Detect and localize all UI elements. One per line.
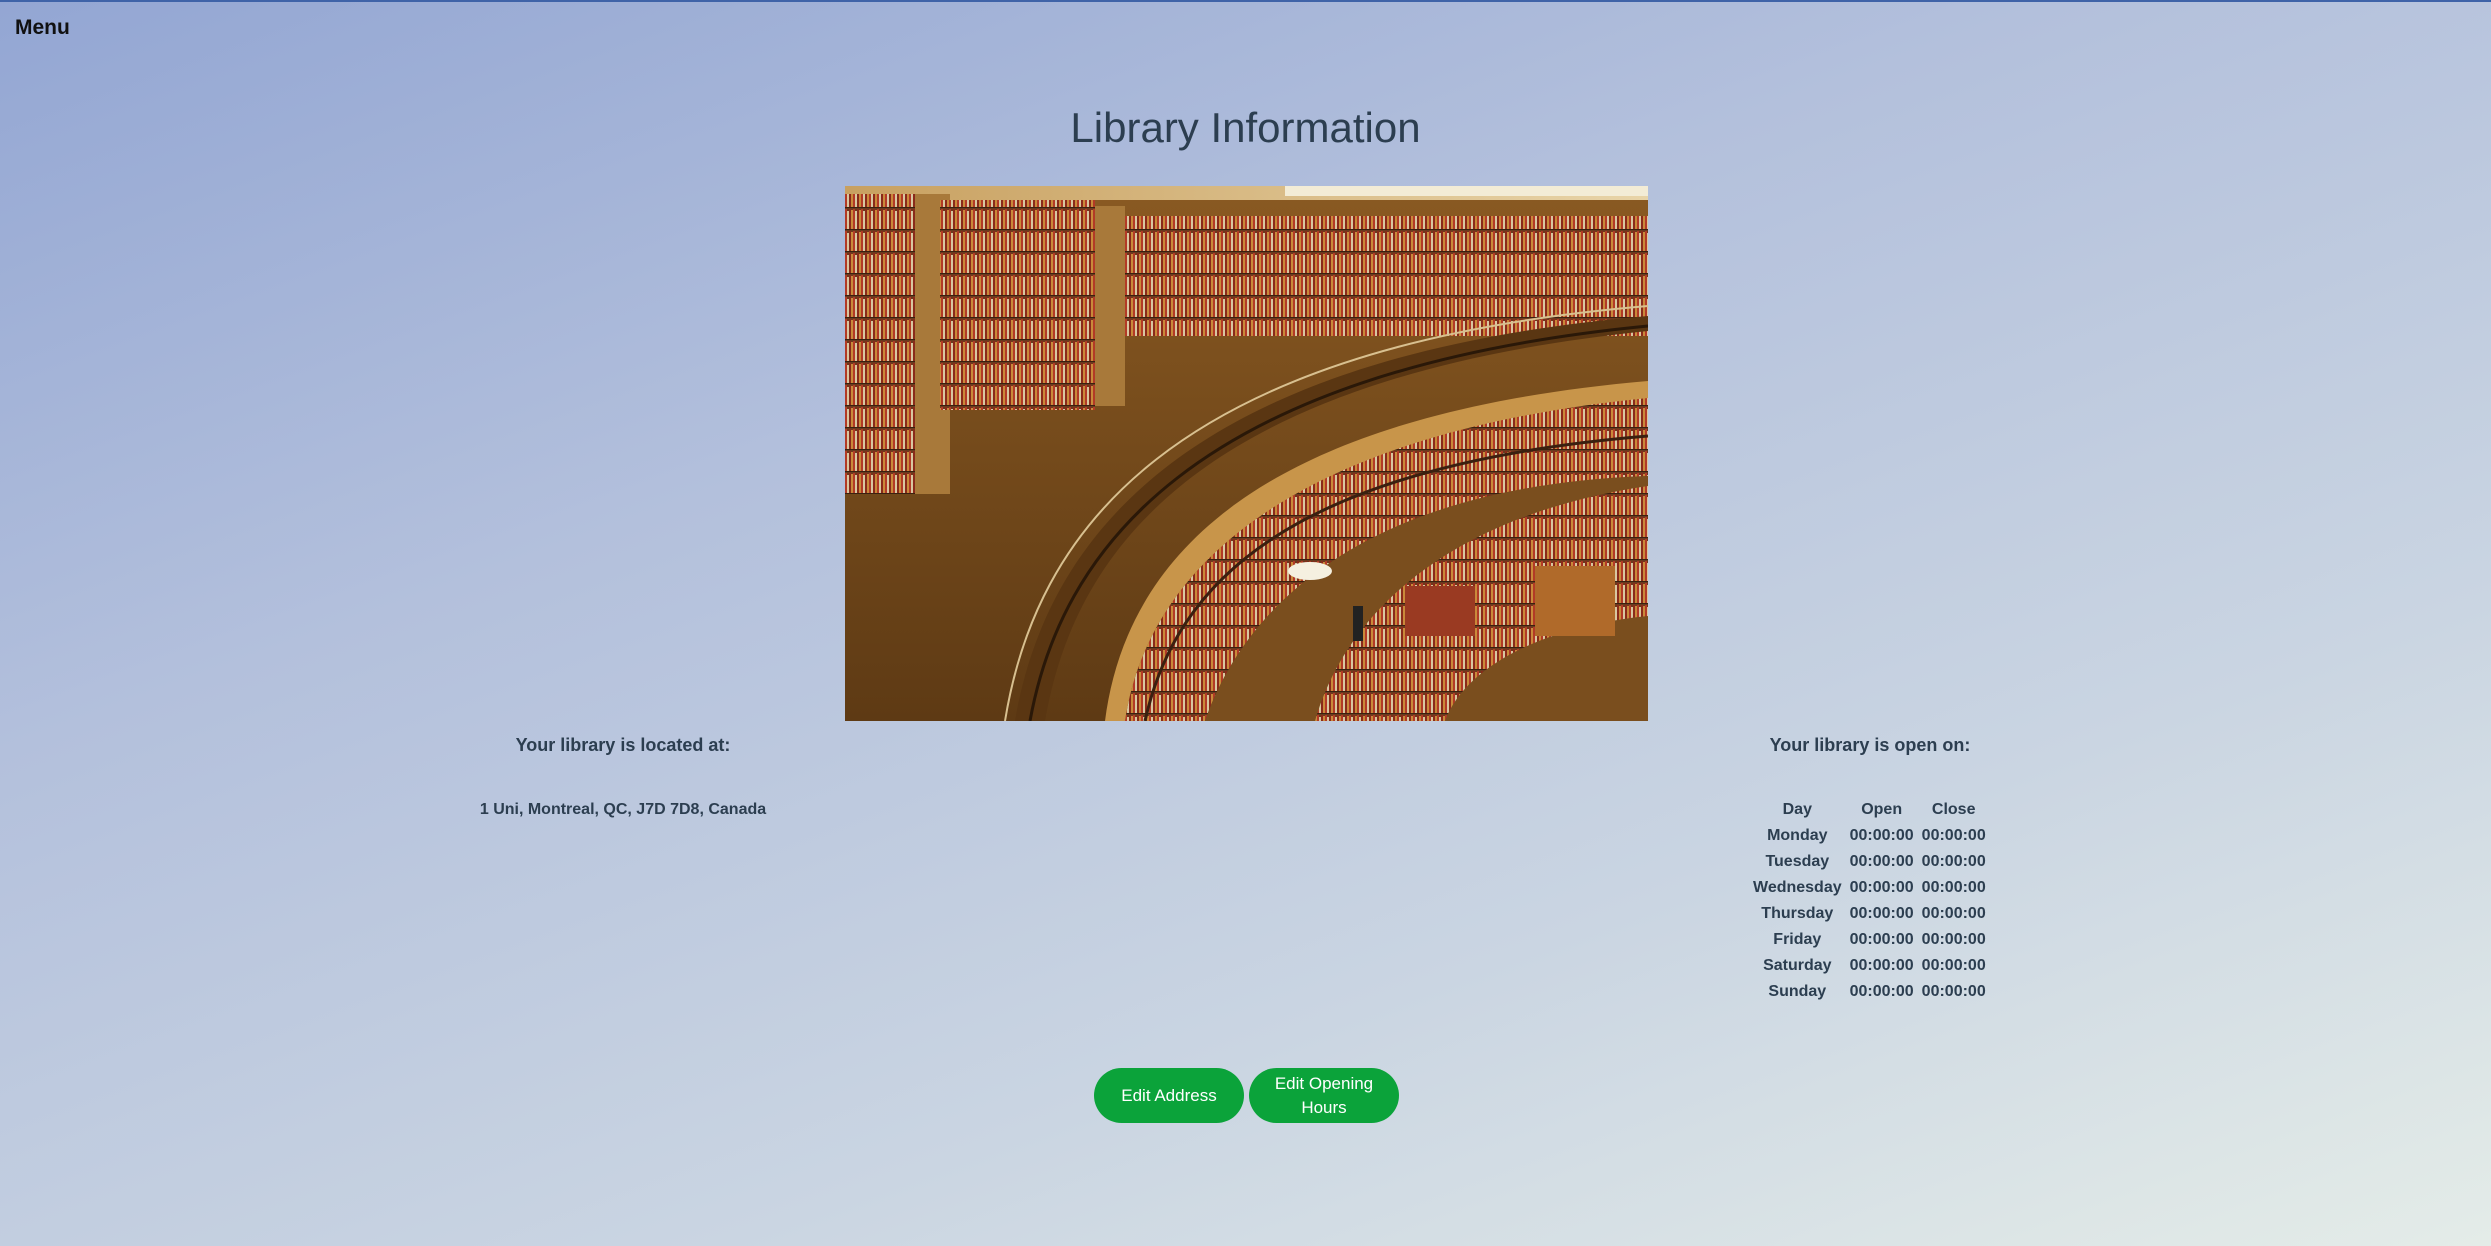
menu-button[interactable]: Menu	[15, 16, 70, 40]
close-cell: 00:00:00	[1921, 983, 1986, 1000]
day-cell: Friday	[1773, 931, 1822, 948]
day-cell: Sunday	[1768, 983, 1827, 1000]
page-title: Library Information	[1070, 104, 1421, 151]
address-heading: Your library is located at:	[515, 735, 731, 755]
column-header-day: Day	[1782, 801, 1812, 818]
day-cell: Thursday	[1761, 905, 1834, 922]
table-row: Wednesday 00:00:00 00:00:00	[1753, 875, 1986, 901]
table-row: Sunday 00:00:00 00:00:00	[1753, 979, 1986, 1005]
address-text: 1 Uni, Montreal, QC, J7D 7D8, Canada	[479, 801, 767, 818]
column-header-open: Open	[1861, 801, 1903, 818]
day-cell: Saturday	[1763, 957, 1832, 974]
table-header-row: Day Open Close	[1753, 797, 1986, 823]
column-header-close: Close	[1931, 801, 1976, 818]
table-row: Monday 00:00:00 00:00:00	[1753, 823, 1986, 849]
library-photo	[845, 186, 1648, 721]
close-cell: 00:00:00	[1921, 827, 1986, 844]
close-cell: 00:00:00	[1921, 853, 1986, 870]
edit-address-button[interactable]: Edit Address	[1094, 1068, 1244, 1123]
table-row: Friday 00:00:00 00:00:00	[1753, 927, 1986, 953]
close-cell: 00:00:00	[1921, 905, 1986, 922]
close-cell: 00:00:00	[1921, 931, 1986, 948]
open-cell: 00:00:00	[1849, 905, 1914, 922]
close-cell: 00:00:00	[1921, 957, 1986, 974]
day-cell: Wednesday	[1753, 879, 1842, 896]
day-cell: Monday	[1767, 827, 1828, 844]
open-cell: 00:00:00	[1849, 879, 1914, 896]
table-row: Tuesday 00:00:00 00:00:00	[1753, 849, 1986, 875]
open-cell: 00:00:00	[1849, 931, 1914, 948]
open-cell: 00:00:00	[1849, 957, 1914, 974]
open-cell: 00:00:00	[1849, 827, 1914, 844]
table-row: Saturday 00:00:00 00:00:00	[1753, 953, 1986, 979]
table-row: Thursday 00:00:00 00:00:00	[1753, 901, 1986, 927]
edit-opening-hours-button[interactable]: Edit Opening Hours	[1249, 1068, 1399, 1123]
top-accent-line	[0, 0, 2491, 2]
close-cell: 00:00:00	[1921, 879, 1986, 896]
hours-heading: Your library is open on:	[1769, 735, 1971, 755]
day-cell: Tuesday	[1765, 853, 1830, 870]
opening-hours-table: Day Open Close Monday 00:00:00 00:00:00 …	[1745, 797, 1994, 1005]
open-cell: 00:00:00	[1849, 983, 1914, 1000]
open-cell: 00:00:00	[1849, 853, 1914, 870]
